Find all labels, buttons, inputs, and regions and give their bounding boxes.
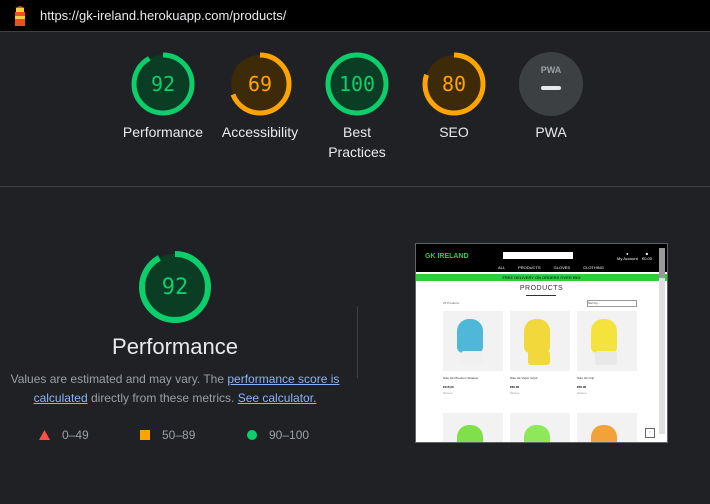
- gauge-ring: 92: [131, 52, 195, 116]
- scrollbar: [659, 248, 665, 434]
- back-to-top-button: ↑: [645, 428, 655, 438]
- product-card: Nike Gk Vapor Grip3 €60.00 Gloves: [510, 311, 570, 395]
- gauge-label: Accessibility: [221, 124, 299, 140]
- product-category: Gloves: [443, 391, 453, 395]
- site-nav: ALL PRODUCTS GLOVES CLOTHING: [498, 265, 604, 270]
- product-card: [443, 413, 503, 442]
- gauge-ring: 92: [139, 251, 211, 323]
- gauge-score: 92: [162, 275, 189, 300]
- gauge-score: 80: [442, 72, 466, 96]
- lighthouse-logo-icon: [15, 6, 25, 26]
- vertical-divider: [357, 306, 358, 378]
- legend-pass: 90–100: [247, 428, 309, 442]
- gauge-label: SEO: [439, 124, 469, 140]
- site-header: GK IRELAND ALL PRODUCTS GLOVES CLOTHING …: [416, 244, 667, 272]
- report-url[interactable]: https://gk-ireland.herokuapp.com/product…: [40, 8, 286, 23]
- address-bar: https://gk-ireland.herokuapp.com/product…: [0, 0, 710, 32]
- legend-range: 90–100: [269, 428, 310, 442]
- gauge-seo[interactable]: 80 SEO: [399, 51, 509, 142]
- product-category: Gloves: [510, 391, 520, 395]
- product-image: [510, 311, 570, 371]
- product-image: [577, 413, 637, 442]
- legend-range: 50–89: [162, 428, 196, 442]
- gauge-ring: 69: [228, 52, 292, 116]
- performance-description: Values are estimated and may vary. The p…: [8, 370, 342, 408]
- sort-select: Sort by...: [587, 300, 637, 307]
- gauge-label: PWA: [535, 124, 567, 140]
- legend-fail: 0–49: [39, 428, 89, 442]
- performance-title: Performance: [112, 334, 238, 359]
- product-image: [577, 311, 637, 371]
- product-price: €115.00: [443, 385, 454, 389]
- products-heading: PRODUCTS: [519, 285, 564, 292]
- gauge-label: Best Practices: [328, 124, 386, 160]
- product-name: Nike Gk Grip: [577, 376, 595, 380]
- gauge-score: 69: [248, 72, 272, 96]
- pwa-badge: PWA: [541, 65, 562, 75]
- triangle-icon: [39, 430, 50, 440]
- desc-text: Values are estimated and may vary. The: [10, 372, 228, 386]
- product-image: [443, 413, 503, 442]
- bag-total: €0.00: [642, 256, 653, 261]
- product-price: €50.00: [577, 385, 587, 389]
- circle-icon: [247, 430, 257, 440]
- gauge-score: 100: [339, 72, 375, 96]
- category-gauges: 92 Performance 69 Accessibility 100 Best…: [0, 51, 710, 181]
- product-category: Gloves: [577, 391, 587, 395]
- product-card: Nike Gk Phantom Shadow €115.00 Gloves: [443, 311, 503, 395]
- product-card: [510, 413, 570, 442]
- product-name: Nike Gk Phantom Shadow: [443, 376, 479, 380]
- gauge-best-practices[interactable]: 100 Best Practices: [302, 51, 412, 162]
- product-card: [577, 413, 637, 442]
- product-card: Nike Gk Grip €50.00 Gloves: [577, 311, 637, 395]
- product-count: 25 Products: [443, 301, 460, 305]
- gauge-ring: 80: [422, 52, 486, 116]
- site-search-input: [503, 252, 573, 259]
- scrollbar-thumb: [659, 248, 665, 278]
- gauge-performance[interactable]: 92 Performance: [108, 51, 218, 142]
- gauge-label: Performance: [122, 124, 204, 140]
- bag-icon: ■ €0.00: [642, 251, 653, 261]
- legend-average: 50–89: [140, 428, 195, 442]
- square-icon: [140, 430, 150, 440]
- account-icon: ● My Account: [617, 251, 638, 261]
- gauge-ring: 100: [325, 52, 389, 116]
- gauge-pwa[interactable]: PWA PWA: [496, 51, 606, 142]
- product-name: Nike Gk Vapor Grip3: [510, 376, 538, 380]
- account-label: My Account: [617, 256, 638, 261]
- delivery-banner: FREE DELIVERY ON ORDERS OVER €50!: [416, 274, 667, 281]
- gauge-accessibility[interactable]: 69 Accessibility: [205, 51, 315, 142]
- heading-rule: [526, 295, 556, 296]
- final-screenshot[interactable]: GK IRELAND ALL PRODUCTS GLOVES CLOTHING …: [415, 243, 668, 443]
- product-image: [510, 413, 570, 442]
- site-brand: GK IRELAND: [425, 253, 469, 260]
- legend-range: 0–49: [62, 428, 89, 442]
- product-price: €60.00: [510, 385, 520, 389]
- desc-text: directly from these metrics.: [87, 391, 238, 405]
- product-image: [443, 311, 503, 371]
- section-divider: [0, 186, 710, 187]
- gauge-score: 92: [151, 72, 175, 96]
- pwa-icon: PWA: [519, 52, 583, 116]
- calculator-link[interactable]: See calculator.: [238, 391, 317, 405]
- performance-gauge-large: 92: [137, 249, 213, 330]
